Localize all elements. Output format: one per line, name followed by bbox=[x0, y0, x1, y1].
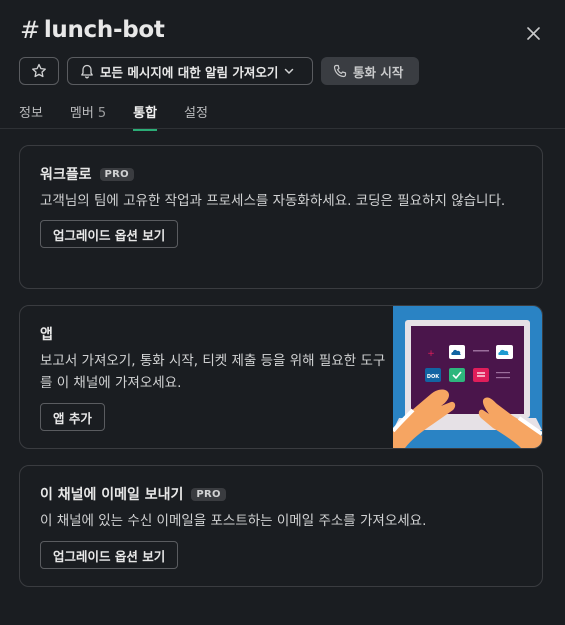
email-description: 이 채널에 있는 수신 이메일을 포스트하는 이메일 주소를 가져오세요. bbox=[40, 513, 427, 529]
email-card: 이 채널에 이메일 보내기 PRO 이 채널에 있는 수신 이메일을 포스트하는… bbox=[19, 465, 543, 587]
pro-badge: PRO bbox=[191, 487, 226, 501]
apps-card: 앱 보고서 가져오기, 통화 시작, 티켓 제출 등을 위해 필요한 도구를 이… bbox=[19, 305, 543, 449]
workflow-card: 워크플로 PRO 고객님의 팀에 고유한 작업과 프로세스를 자동화하세요. 코… bbox=[19, 145, 543, 289]
apps-illustration: + DOK bbox=[393, 306, 542, 448]
start-call-button[interactable]: 통화 시작 bbox=[321, 57, 419, 85]
tab-settings[interactable]: 설정 bbox=[184, 102, 208, 131]
channel-name: lunch-bot bbox=[43, 17, 165, 43]
pro-badge: PRO bbox=[99, 167, 134, 181]
member-count: 5 bbox=[97, 106, 107, 121]
bell-icon bbox=[81, 64, 93, 78]
upgrade-options-button[interactable]: 업그레이드 옵션 보기 bbox=[40, 541, 179, 569]
tab-members[interactable]: 멤버 5 bbox=[70, 102, 106, 131]
start-call-label: 통화 시작 bbox=[353, 64, 404, 80]
notification-label: 모든 메시지에 대한 알림 가져오기 bbox=[100, 64, 279, 80]
close-button[interactable] bbox=[522, 22, 544, 44]
tab-label: 설정 bbox=[184, 106, 208, 121]
tab-label: 통합 bbox=[133, 106, 158, 121]
apps-description: 보고서 가져오기, 통화 시작, 티켓 제출 등을 위해 필요한 도구를 이 채… bbox=[40, 353, 386, 391]
channel-tabs: 정보 멤버 5 통합 설정 bbox=[19, 102, 235, 131]
hash-icon: # bbox=[20, 16, 40, 44]
workflow-title-row: 워크플로 PRO bbox=[40, 164, 522, 184]
notification-settings-button[interactable]: 모든 메시지에 대한 알림 가져오기 bbox=[67, 57, 313, 85]
add-app-button[interactable]: 앱 추가 bbox=[40, 403, 105, 431]
channel-title: # lunch-bot bbox=[20, 16, 165, 44]
chevron-down-icon bbox=[285, 68, 294, 74]
tab-integrations[interactable]: 통합 bbox=[133, 102, 157, 131]
workflow-description: 고객님의 팀에 고유한 작업과 프로세스를 자동화하세요. 코딩은 필요하지 않… bbox=[40, 193, 506, 209]
apps-title-row: 앱 bbox=[40, 324, 390, 344]
apps-title: 앱 bbox=[40, 327, 53, 343]
tab-info[interactable]: 정보 bbox=[19, 102, 43, 131]
dok-label: DOK bbox=[427, 374, 440, 380]
tab-label: 멤버 bbox=[69, 106, 94, 121]
header-divider bbox=[0, 128, 565, 129]
email-title-row: 이 채널에 이메일 보내기 PRO bbox=[40, 484, 522, 504]
close-icon bbox=[526, 26, 540, 40]
workflow-title: 워크플로 bbox=[40, 167, 92, 183]
svg-text:+: + bbox=[427, 349, 435, 359]
email-title: 이 채널에 이메일 보내기 bbox=[40, 487, 184, 503]
apps-card-body: 앱 보고서 가져오기, 통화 시작, 티켓 제출 등을 위해 필요한 도구를 이… bbox=[40, 324, 390, 431]
channel-header: # lunch-bot 모든 메시지에 대한 알림 가져오기 통화 시작 정보 … bbox=[0, 0, 565, 131]
star-button[interactable] bbox=[19, 57, 59, 85]
phone-icon bbox=[333, 64, 347, 78]
header-actions: 모든 메시지에 대한 알림 가져오기 통화 시작 bbox=[19, 57, 419, 85]
star-icon bbox=[32, 63, 46, 78]
upgrade-options-button[interactable]: 업그레이드 옵션 보기 bbox=[40, 220, 179, 248]
tab-label: 정보 bbox=[19, 106, 43, 121]
